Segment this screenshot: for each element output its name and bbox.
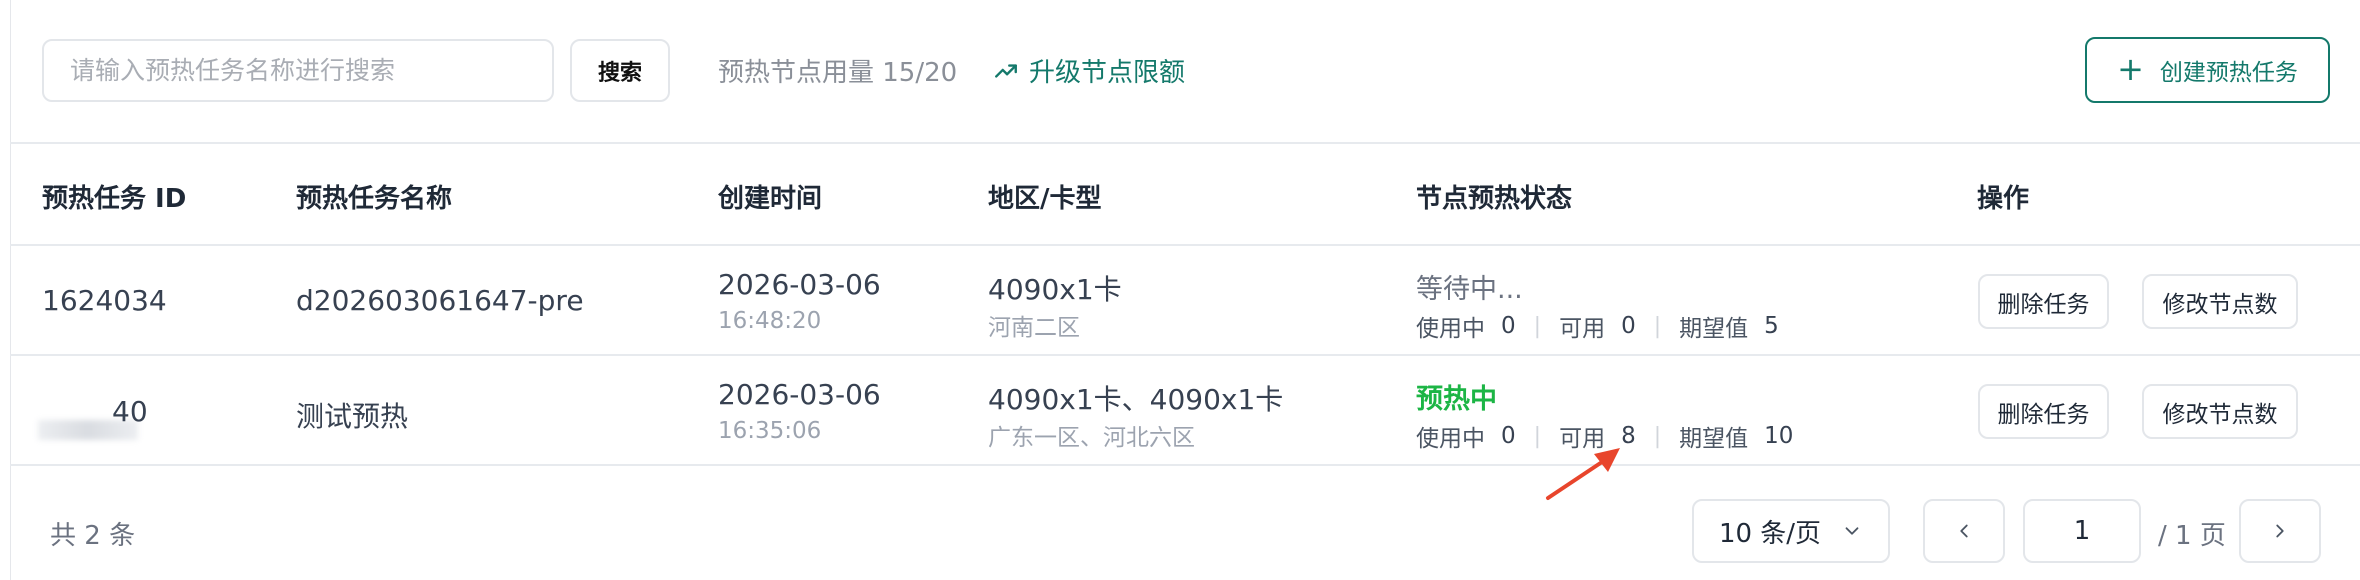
card-type: 4090x1卡、4090x1卡 bbox=[988, 383, 1284, 416]
task-name: d202603061647-pre bbox=[296, 284, 584, 317]
page-total: / 1 页 bbox=[2158, 521, 2226, 551]
red-arrow-icon bbox=[1546, 448, 1620, 500]
status-badge: 等待中... bbox=[1416, 274, 1523, 305]
create-prewarm-task-button[interactable]: + 创建预热任务 bbox=[2085, 37, 2330, 103]
in-use-label: 使用中 bbox=[1416, 426, 1485, 452]
page-number-input[interactable] bbox=[2023, 499, 2141, 563]
stat-separator: | bbox=[1653, 313, 1662, 339]
region: 河南二区 bbox=[988, 315, 1080, 341]
search-input[interactable] bbox=[42, 39, 554, 102]
row-divider bbox=[10, 354, 2360, 356]
page-size-label: 10 条/页 bbox=[1718, 518, 1822, 549]
plus-icon: + bbox=[2117, 49, 2144, 88]
task-id: 40 bbox=[112, 395, 148, 428]
chevron-right-icon bbox=[2276, 524, 2284, 538]
expected-count: 5 bbox=[1764, 313, 1779, 339]
stat-separator: | bbox=[1533, 313, 1542, 339]
page-size-select[interactable]: 10 条/页 bbox=[1692, 499, 1890, 563]
created-time: 16:48:20 bbox=[718, 308, 822, 334]
expected-count: 10 bbox=[1764, 423, 1794, 449]
create-button-label: 创建预热任务 bbox=[2159, 60, 2298, 86]
available-count: 0 bbox=[1621, 313, 1636, 339]
column-header-region-card: 地区/卡型 bbox=[988, 184, 1102, 214]
node-stats: 使用中 0 | 可用 0 | 期望值 5 bbox=[1416, 309, 1779, 343]
prev-page-button[interactable] bbox=[1923, 499, 2005, 563]
created-date: 2026-03-06 bbox=[718, 268, 881, 301]
region: 广东一区、河北六区 bbox=[988, 425, 1195, 451]
upgrade-link-label: 升级节点限额 bbox=[1029, 58, 1186, 88]
task-name: 测试预热 bbox=[296, 400, 409, 433]
header-divider bbox=[10, 244, 2360, 246]
column-header-task-id: 预热任务 ID bbox=[42, 184, 187, 214]
upgrade-node-limit-link[interactable]: 升级节点限额 bbox=[993, 52, 1185, 89]
in-use-count: 0 bbox=[1501, 313, 1516, 339]
created-time: 16:35:06 bbox=[718, 418, 822, 444]
chevron-left-icon bbox=[1960, 524, 1968, 538]
in-use-count: 0 bbox=[1501, 423, 1516, 449]
delete-task-button[interactable]: 删除任务 bbox=[1978, 274, 2109, 329]
expected-label: 期望值 bbox=[1679, 426, 1749, 452]
delete-task-button[interactable]: 删除任务 bbox=[1978, 384, 2109, 439]
card-type: 4090x1卡 bbox=[988, 273, 1122, 306]
column-header-actions: 操作 bbox=[1977, 184, 2030, 214]
search-button[interactable]: 搜索 bbox=[570, 39, 670, 102]
column-header-task-name: 预热任务名称 bbox=[296, 184, 453, 214]
modify-node-count-button[interactable]: 修改节点数 bbox=[2142, 274, 2298, 329]
total-count: 共 2 条 bbox=[50, 521, 136, 551]
chevron-down-icon bbox=[1845, 527, 1859, 535]
available-label: 可用 bbox=[1559, 316, 1606, 342]
column-header-created-time: 创建时间 bbox=[718, 184, 823, 214]
status-badge: 预热中 bbox=[1416, 384, 1497, 415]
node-usage-text: 预热节点用量 15/20 bbox=[718, 58, 958, 88]
created-date: 2026-03-06 bbox=[718, 378, 881, 411]
table-top-border bbox=[10, 142, 2360, 144]
table-bottom-border bbox=[10, 464, 2360, 466]
modify-node-count-button[interactable]: 修改节点数 bbox=[2142, 384, 2298, 439]
expected-label: 期望值 bbox=[1679, 316, 1749, 342]
trending-up-icon bbox=[995, 63, 1017, 78]
stat-separator: | bbox=[1653, 423, 1662, 449]
column-header-node-status: 节点预热状态 bbox=[1416, 184, 1573, 214]
next-page-button[interactable] bbox=[2239, 499, 2321, 563]
task-id: 1624034 bbox=[42, 284, 167, 317]
in-use-label: 使用中 bbox=[1416, 316, 1485, 342]
